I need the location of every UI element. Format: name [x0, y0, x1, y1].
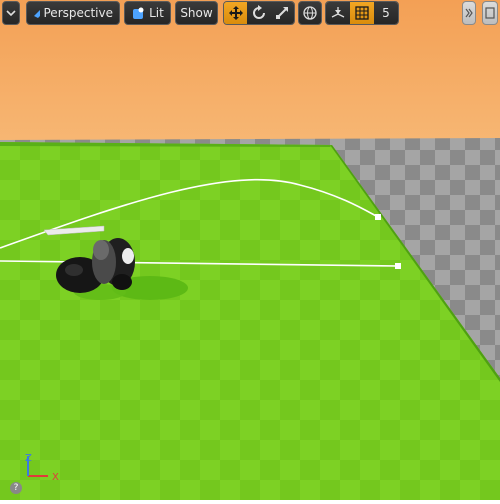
spline-point[interactable]	[375, 214, 381, 220]
scale-tool[interactable]	[270, 2, 294, 24]
move-icon	[228, 6, 243, 20]
show-label: Show	[180, 6, 213, 20]
transform-tools	[223, 1, 295, 25]
3d-viewport[interactable]: X Z ?	[0, 0, 500, 500]
grid-snap-icon	[355, 6, 369, 20]
grid-snap-value[interactable]: 5	[374, 2, 398, 24]
toolbar-overflow-button[interactable]	[462, 1, 476, 25]
perspective-label: Perspective	[43, 6, 114, 20]
help-icon[interactable]: ?	[10, 482, 22, 494]
scale-icon	[276, 7, 289, 19]
layout-icon	[485, 7, 495, 19]
chevron-double-right-icon	[465, 8, 473, 18]
globe-icon	[303, 6, 317, 20]
rotate-icon	[253, 5, 265, 19]
world-local-toggle[interactable]	[298, 1, 322, 25]
perspective-button[interactable]: Perspective	[26, 1, 120, 25]
lit-label: Lit	[149, 6, 164, 20]
axis-z-label: Z	[25, 453, 32, 464]
viewport-menu-button[interactable]	[2, 1, 20, 25]
snap-tools: 5	[325, 1, 399, 25]
grid-snap-toggle[interactable]	[350, 2, 374, 24]
viewport-toolbar: Perspective Lit Show 5	[0, 0, 500, 28]
axis-x-label: X	[52, 472, 59, 483]
viewport-layout-button[interactable]	[482, 1, 498, 25]
lit-sphere-icon	[133, 7, 144, 19]
scene-render[interactable]	[0, 0, 500, 500]
perspective-cube-icon	[34, 10, 40, 18]
surface-snap-icon	[331, 7, 345, 18]
show-button[interactable]: Show	[175, 1, 218, 25]
surface-snap-toggle[interactable]	[326, 2, 350, 24]
rotate-tool[interactable]	[247, 2, 271, 24]
move-tool[interactable]	[224, 2, 248, 24]
chevron-down-icon	[6, 10, 16, 17]
spline-point[interactable]	[395, 263, 401, 269]
lit-button[interactable]: Lit	[124, 1, 171, 25]
